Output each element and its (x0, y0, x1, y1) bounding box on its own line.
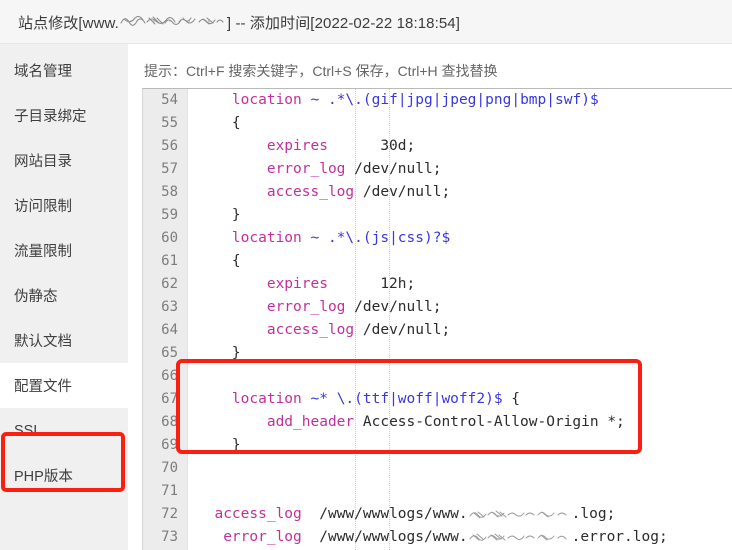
sidebar-item-label: PHP版本 (14, 469, 73, 485)
line-source[interactable]: access_log /dev/null; (187, 181, 732, 204)
content-shell: 域名管理 子目录绑定 网站目录 访问限制 流量限制 伪静态 默认文档 配置文件 … (0, 44, 732, 550)
code-line: 57 error_log /dev/null; (143, 158, 732, 181)
code-line: 55 { (143, 112, 732, 135)
config-file-editor[interactable]: 54 location ~ .*\.(gif|jpg|jpeg|png|bmp|… (142, 88, 732, 550)
shortcut-hint-text: 提示：Ctrl+F 搜索关键字，Ctrl+S 保存，Ctrl+H 查找替换 (144, 63, 498, 79)
line-source[interactable]: access_log /www/wwwlogs/www. .log; (187, 503, 732, 526)
sidebar-item-subdirectory-binding[interactable]: 子目录绑定 (0, 93, 128, 138)
code-line: 60 location ~ .*\.(js|css)?$ (143, 227, 732, 250)
line-source[interactable]: add_header Access-Control-Allow-Origin *… (187, 411, 732, 434)
code-line: 63 error_log /dev/null; (143, 296, 732, 319)
line-source[interactable]: error_log /www/wwwlogs/www. .error.log; (187, 526, 732, 549)
code-line: 62 expires 12h; (143, 273, 732, 296)
line-number: 66 (161, 368, 178, 384)
sidebar-item-default-document[interactable]: 默认文档 (0, 318, 128, 363)
line-number: 61 (161, 253, 178, 269)
sidebar-item-domain-management[interactable]: 域名管理 (0, 48, 128, 93)
code-line: 61 { (143, 250, 732, 273)
sidebar-item-config-file[interactable]: 配置文件 (0, 363, 128, 408)
line-number: 59 (161, 207, 178, 223)
main-panel: 提示：Ctrl+F 搜索关键字，Ctrl+S 保存，Ctrl+H 查找替换 54… (128, 44, 732, 550)
sidebar-item-traffic-limit[interactable]: 流量限制 (0, 228, 128, 273)
sidebar-item-rewrite[interactable]: 伪静态 (0, 273, 128, 318)
page-title-suffix: ] -- 添加时间[2022-02-22 18:18:54] (226, 15, 461, 32)
line-source[interactable]: } (187, 204, 732, 227)
code-line: 64 access_log /dev/null; (143, 319, 732, 342)
code-line: 72 access_log /www/wwwlogs/www. .log; (143, 503, 732, 526)
sidebar-item-label: 子目录绑定 (14, 109, 87, 125)
editor-code-area[interactable]: 54 location ~ .*\.(gif|jpg|jpeg|png|bmp|… (143, 89, 732, 550)
line-number: 72 (161, 506, 178, 522)
line-number: 69 (161, 437, 178, 453)
line-source[interactable]: location ~* \.(ttf|woff|woff2)$ { (187, 388, 732, 411)
line-source[interactable]: error_log /dev/null; (187, 158, 732, 181)
redacted-domain-scribble (468, 507, 572, 521)
line-number: 65 (161, 345, 178, 361)
line-number: 54 (161, 92, 178, 108)
code-line: 69 } (143, 434, 732, 457)
sidebar-item-label: 访问限制 (14, 199, 72, 215)
sidebar-item-ssl[interactable]: SSL (0, 408, 128, 453)
line-source[interactable]: } (187, 342, 732, 365)
line-source[interactable]: { (187, 112, 732, 135)
code-line: 65 } (143, 342, 732, 365)
page-title: 站点修改[www.] -- 添加时间[2022-02-22 18:18:54] (0, 10, 460, 33)
line-number: 60 (161, 230, 178, 246)
code-line: 66 (143, 365, 732, 388)
sidebar-item-label: 网站目录 (14, 154, 72, 170)
line-number: 62 (161, 276, 178, 292)
redacted-domain-scribble (468, 530, 572, 544)
line-source[interactable] (187, 480, 732, 503)
redacted-domain-scribble (119, 10, 227, 30)
line-source[interactable]: error_log /dev/null; (187, 296, 732, 319)
line-source[interactable]: access_log /dev/null; (187, 319, 732, 342)
sidebar-item-label: 默认文档 (14, 334, 72, 350)
line-number: 55 (161, 115, 178, 131)
line-source[interactable]: expires 12h; (187, 273, 732, 296)
code-line: 67 location ~* \.(ttf|woff|woff2)$ { (143, 388, 732, 411)
sidebar-item-label: 伪静态 (14, 289, 58, 305)
code-line: 58 access_log /dev/null; (143, 181, 732, 204)
line-number: 71 (161, 483, 178, 499)
line-number: 68 (161, 414, 178, 430)
code-line: 56 expires 30d; (143, 135, 732, 158)
line-source[interactable]: expires 30d; (187, 135, 732, 158)
line-number: 73 (161, 529, 178, 545)
code-line: 73 error_log /www/wwwlogs/www. .error.log… (143, 526, 732, 549)
line-number: 70 (161, 460, 178, 476)
line-number: 58 (161, 184, 178, 200)
line-number: 64 (161, 322, 178, 338)
page-title-prefix: 站点修改[www. (18, 15, 119, 32)
line-source[interactable]: } (187, 434, 732, 457)
line-number: 57 (161, 161, 178, 177)
sidebar-item-label: 域名管理 (14, 64, 72, 80)
code-line: 68 add_header Access-Control-Allow-Origi… (143, 411, 732, 434)
sidebar-item-label: 流量限制 (14, 244, 72, 260)
line-number: 67 (161, 391, 178, 407)
line-source[interactable] (187, 457, 732, 480)
code-line: 54 location ~ .*\.(gif|jpg|jpeg|png|bmp|… (143, 89, 732, 112)
window-title-bar: 站点修改[www.] -- 添加时间[2022-02-22 18:18:54] (0, 0, 732, 44)
sidebar-nav: 域名管理 子目录绑定 网站目录 访问限制 流量限制 伪静态 默认文档 配置文件 … (0, 44, 128, 550)
sidebar-item-php-version[interactable]: PHP版本 (0, 453, 128, 498)
code-line: 70 (143, 457, 732, 480)
line-number: 56 (161, 138, 178, 154)
line-source[interactable] (187, 365, 732, 388)
line-source[interactable]: location ~ .*\.(gif|jpg|jpeg|png|bmp|swf… (187, 89, 732, 112)
sidebar-item-access-restriction[interactable]: 访问限制 (0, 183, 128, 228)
line-source[interactable]: { (187, 250, 732, 273)
line-source[interactable]: location ~ .*\.(js|css)?$ (187, 227, 732, 250)
sidebar-item-label: SSL (14, 422, 42, 439)
code-line: 71 (143, 480, 732, 503)
sidebar-item-site-directory[interactable]: 网站目录 (0, 138, 128, 183)
sidebar-item-label: 配置文件 (14, 379, 72, 395)
line-number: 63 (161, 299, 178, 315)
code-line: 59 } (143, 204, 732, 227)
